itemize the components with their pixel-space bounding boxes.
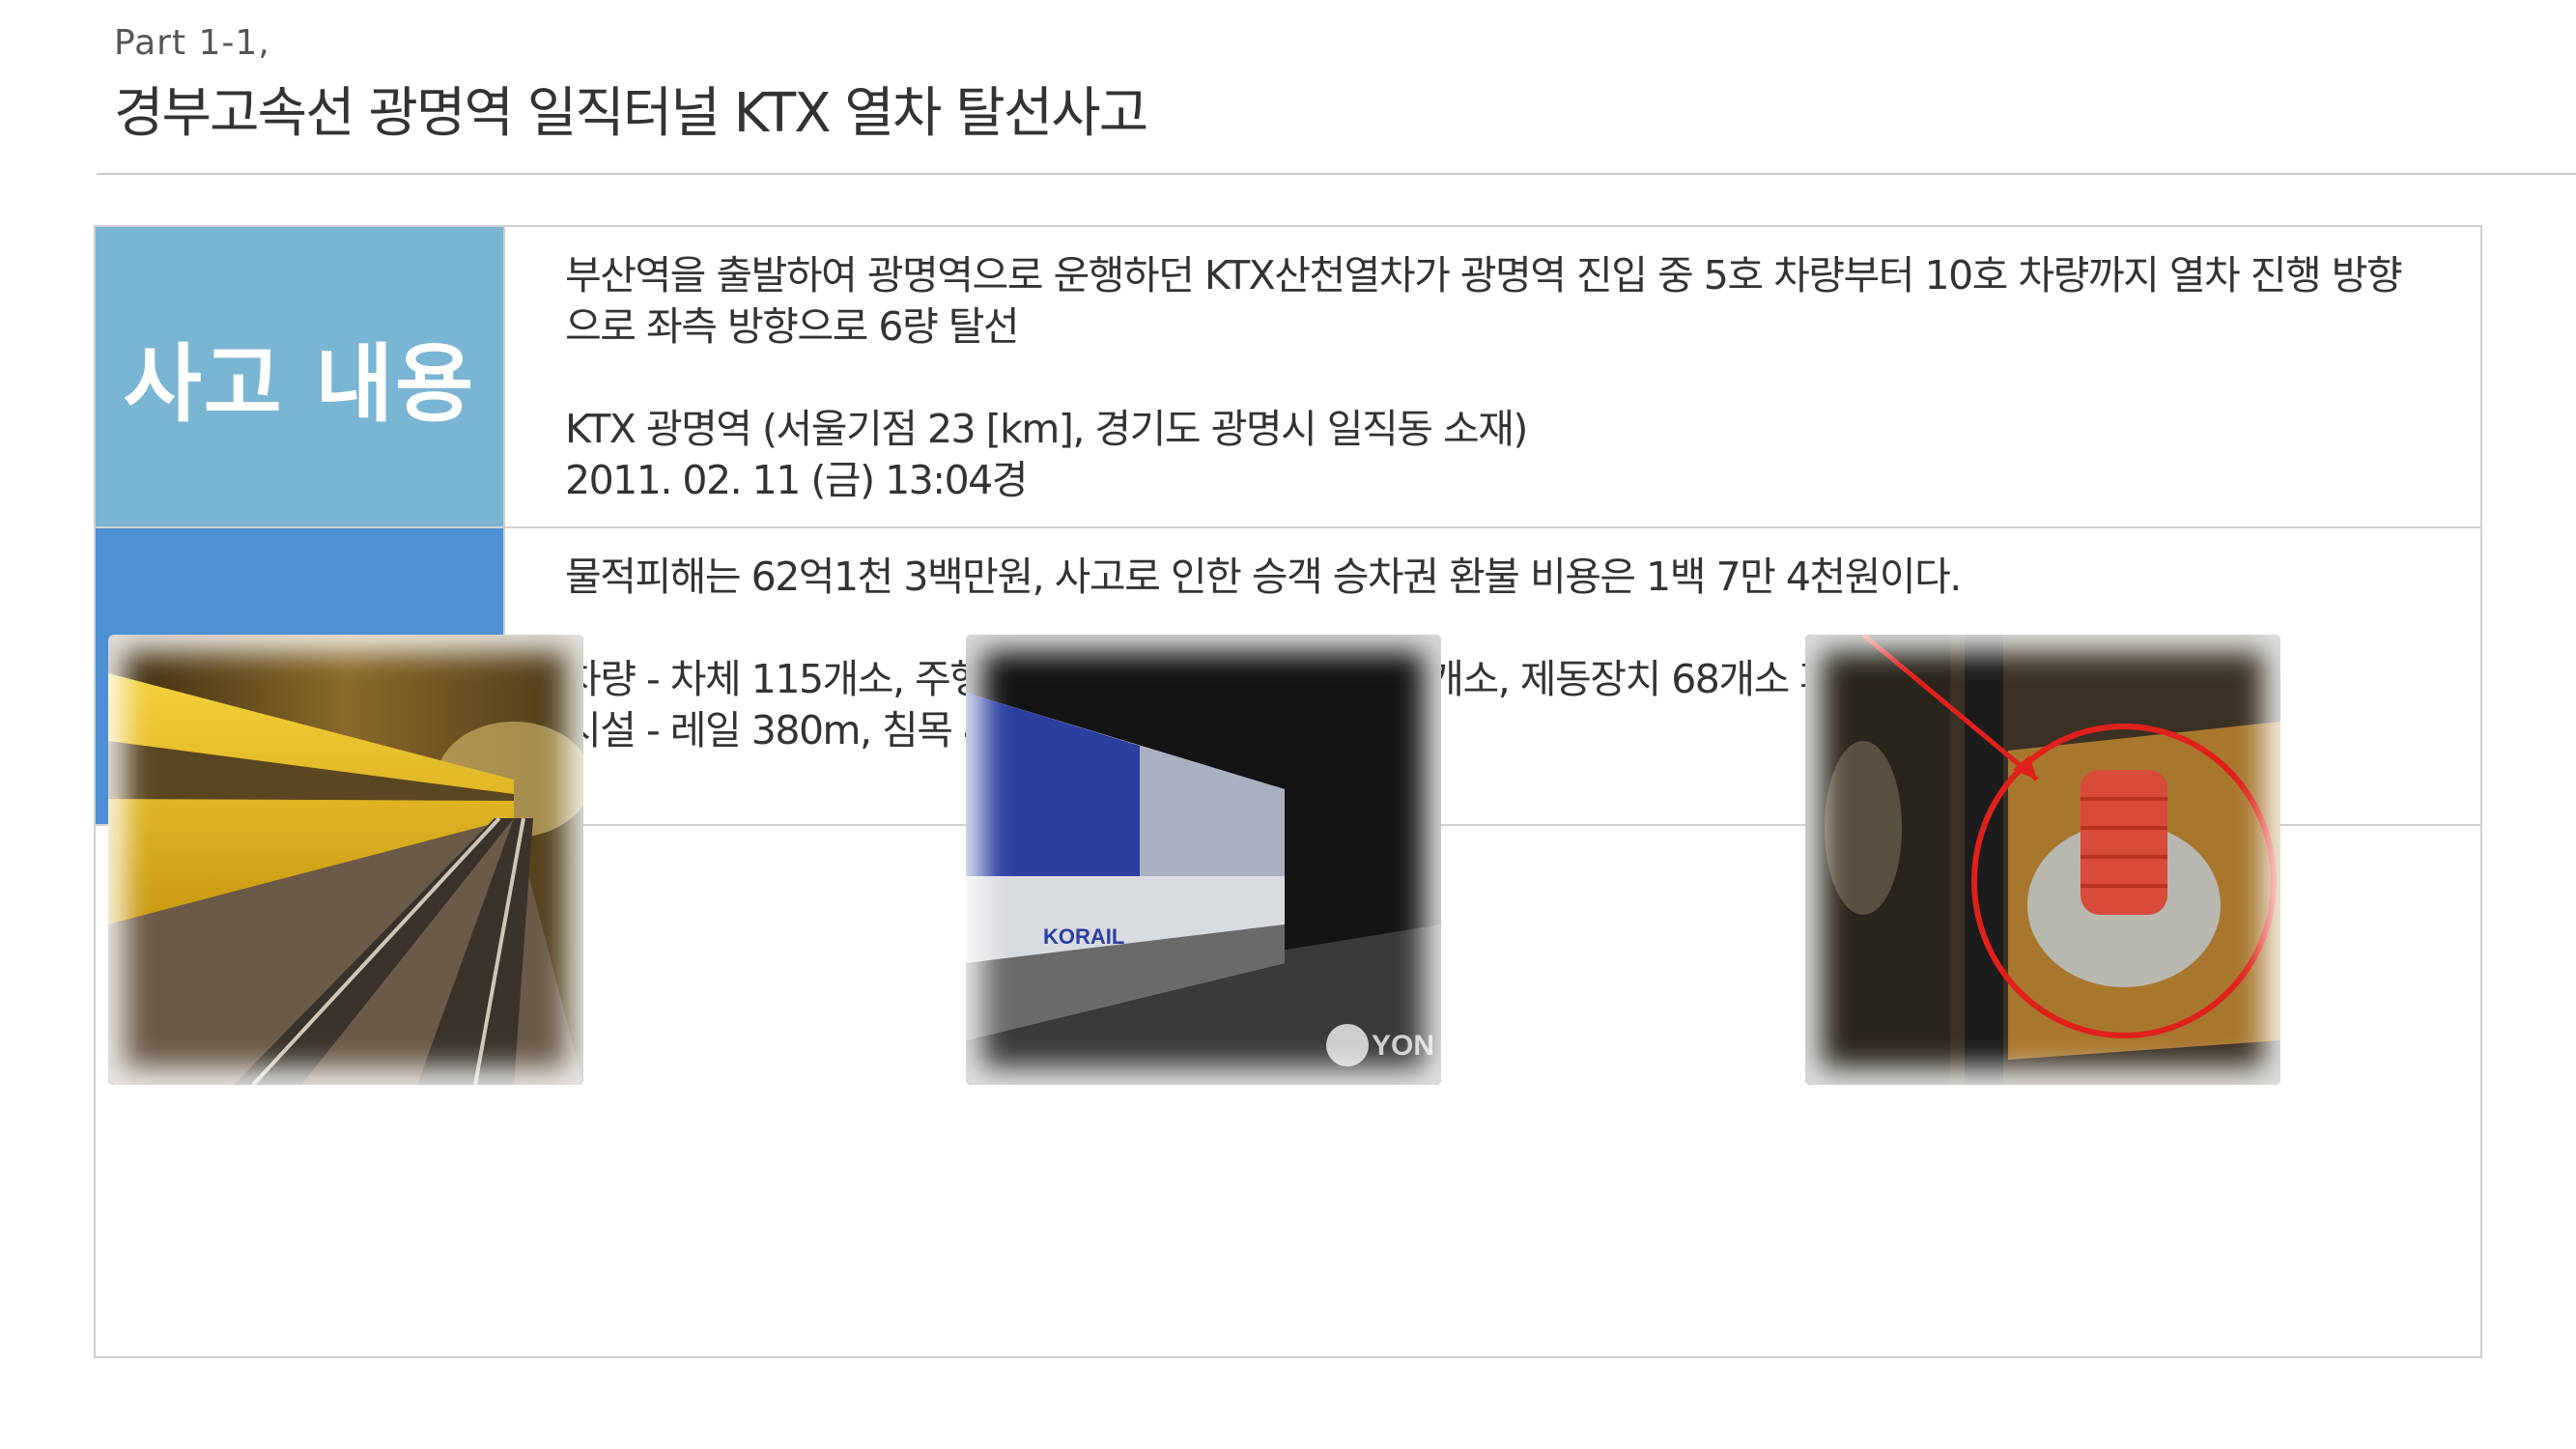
damaged-rail-bolt-photo: [1805, 635, 2280, 1085]
derailed-train-tunnel-photo: [108, 635, 583, 1085]
content-accident: 부산역을 출발하여 광명역으로 운행하던 KTX산천열차가 광명역 진입 중 5…: [503, 227, 2480, 526]
title-divider: [97, 173, 2576, 175]
slide: Part 1-1, 경부고속선 광명역 일직터널 KTX 열차 탈선사고 사고 …: [0, 0, 2576, 1449]
accident-datetime: 2011. 02. 11 (금) 13:04경: [565, 457, 1028, 503]
accident-line-1: 부산역을 출발하여 광명역으로 운행하던 KTX산천열차가 광명역 진입 중 5…: [565, 252, 2403, 298]
derailed-korail-train-photo: KORAIL YON: [966, 635, 1441, 1085]
page-title: 경부고속선 광명역 일직터널 KTX 열차 탈선사고: [114, 82, 1148, 145]
label-accident: 사고 내용: [96, 227, 503, 526]
photo-watermark: YON: [1372, 1030, 1434, 1062]
part-label: Part 1-1,: [114, 23, 270, 63]
damage-line-1: 물적피해는 62억1천 3백만원, 사고로 인한 승객 승차권 환불 비용은 1…: [565, 554, 1962, 600]
accident-line-2: 으로 좌측 방향으로 6량 탈선: [565, 303, 1020, 350]
accident-location: KTX 광명역 (서울기점 23 [km], 경기도 광명시 일직동 소재): [565, 406, 1528, 452]
row-accident: 사고 내용 부산역을 출발하여 광명역으로 운행하던 KTX산천열차가 광명역 …: [96, 227, 2480, 528]
korail-logo: KORAIL: [1043, 924, 1124, 949]
